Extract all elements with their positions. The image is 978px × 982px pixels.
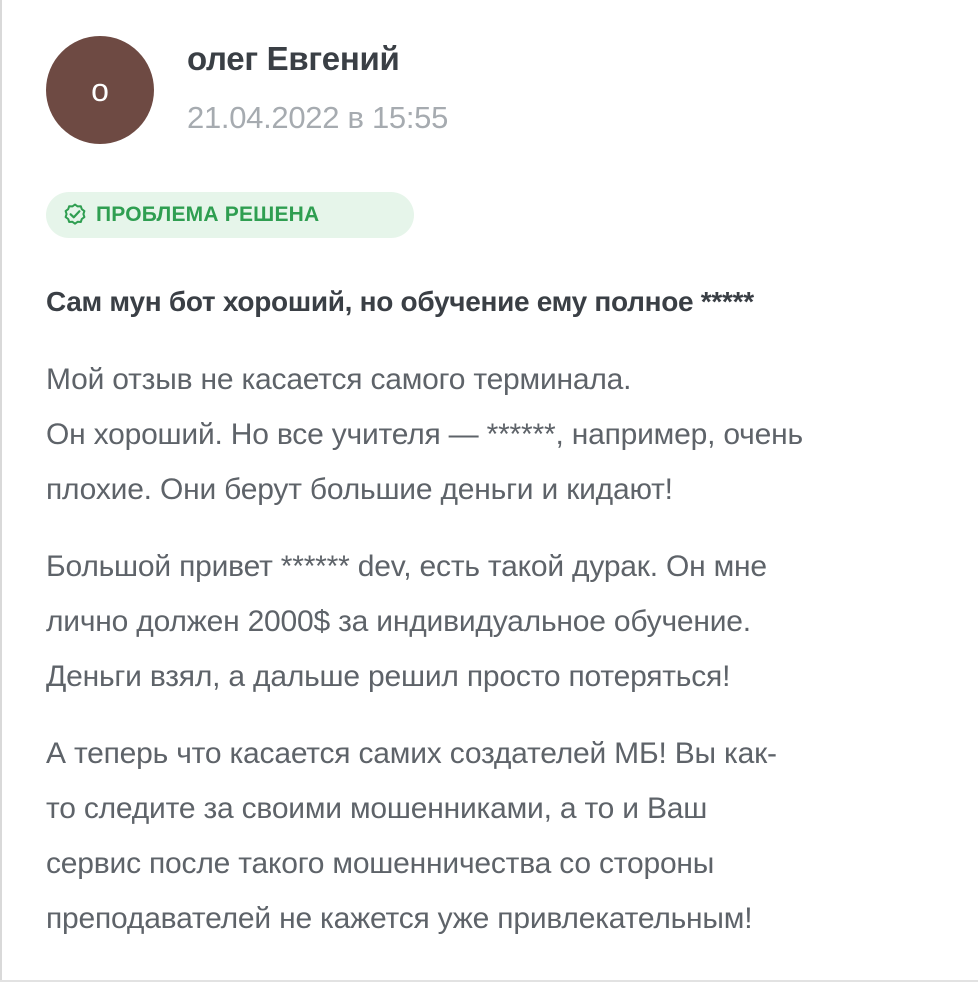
status-badge-label: ПРОБЛЕМА РЕШЕНА <box>96 203 320 226</box>
check-badge-icon <box>62 202 88 228</box>
review-paragraph: Мой отзыв не касается самого терминала. … <box>46 352 946 517</box>
review-line: плохие. Они берут большие деньги и кидаю… <box>46 473 673 506</box>
review-line: А теперь что касается самих создателей М… <box>46 737 777 770</box>
review-line: Мой отзыв не касается самого терминала. <box>46 363 632 396</box>
review-paragraph: А теперь что касается самих создателей М… <box>46 726 946 946</box>
review-line: преподавателей не кажется уже привлекате… <box>46 902 753 935</box>
status-badge: ПРОБЛЕМА РЕШЕНА <box>46 192 414 238</box>
review-line: Он хороший. Но все учителя — ******, нап… <box>46 418 803 451</box>
review-title: Сам мун бот хороший, но обучение ему пол… <box>46 286 754 317</box>
left-border <box>0 0 2 982</box>
review-paragraph: Большой привет ****** dev, есть такой ду… <box>46 539 946 704</box>
review-line: Деньги взял, а дальше решил просто потер… <box>46 660 731 693</box>
review-line: сервис после такого мошенничества со сто… <box>46 847 715 880</box>
avatar[interactable]: о <box>46 36 154 144</box>
review-body: Мой отзыв не касается самого терминала. … <box>46 352 946 968</box>
review-line: лично должен 2000$ за индивидуальное обу… <box>46 605 751 638</box>
review-date: 21.04.2022 в 15:55 <box>187 100 449 135</box>
author-name[interactable]: олег Евгений <box>187 40 400 78</box>
review-line: то следите за своими мошенниками, а то и… <box>46 792 708 825</box>
review-line: Большой привет ****** dev, есть такой ду… <box>46 550 767 583</box>
avatar-letter: о <box>91 72 109 108</box>
